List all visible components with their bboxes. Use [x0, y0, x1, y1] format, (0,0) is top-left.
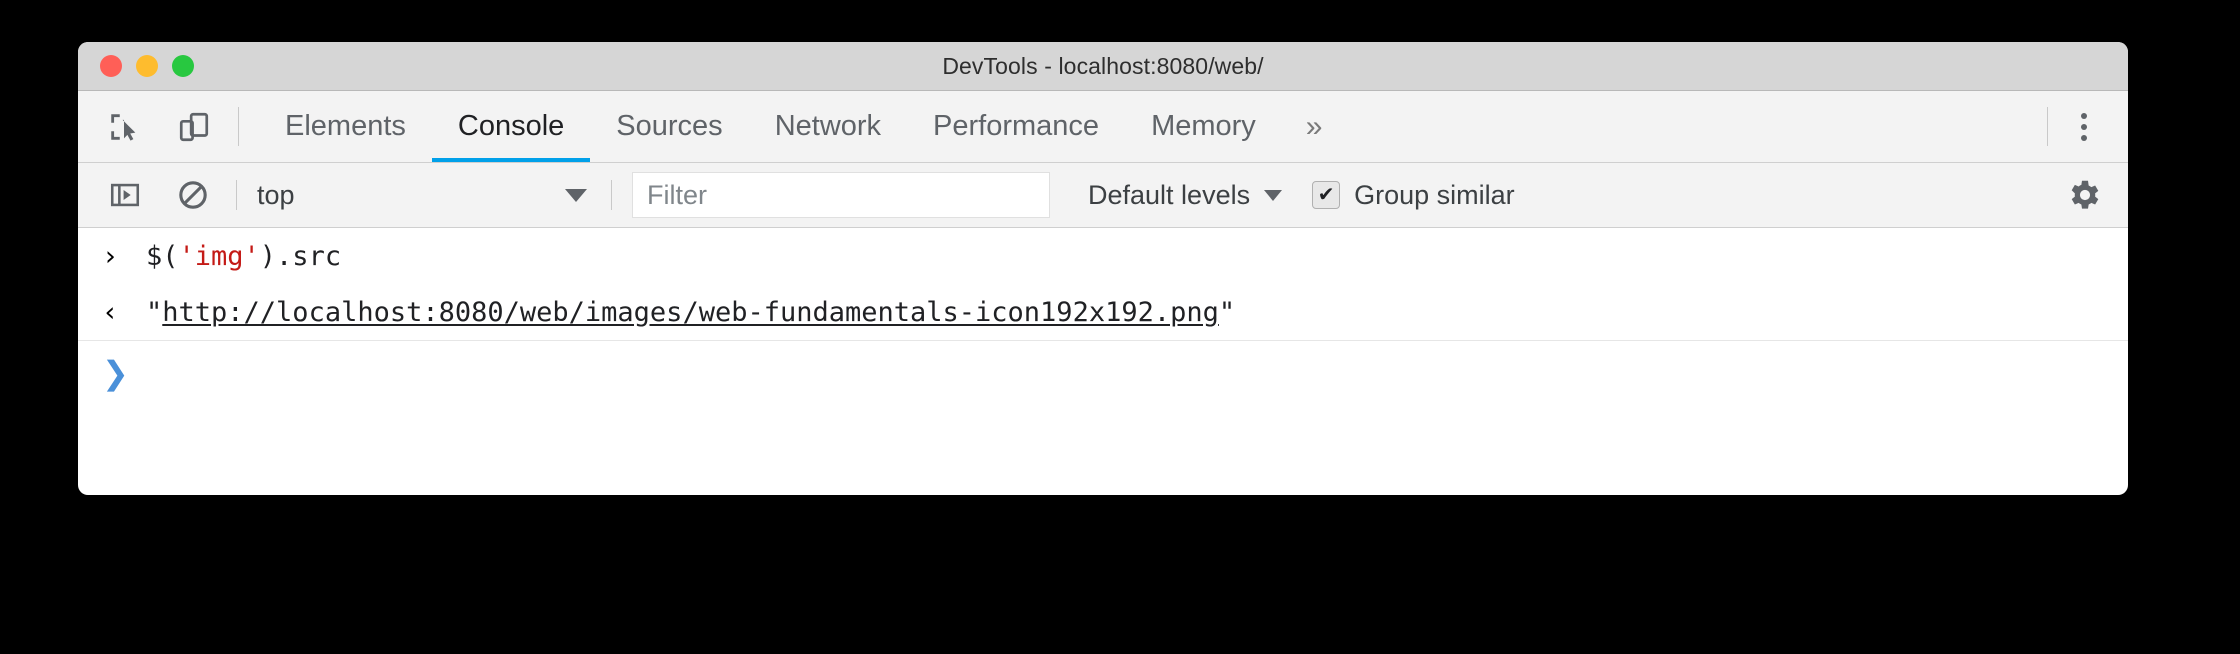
tabbar-right-divider — [2047, 107, 2048, 146]
more-vertical-icon[interactable] — [2062, 105, 2106, 149]
window-title: DevTools - localhost:8080/web/ — [942, 52, 1264, 79]
quote-close: " — [1218, 296, 1236, 328]
console-result-message[interactable]: ‹ "http://localhost:8080/web/images/web-… — [78, 284, 2128, 341]
tab-network[interactable]: Network — [749, 91, 907, 162]
group-similar-toggle[interactable]: ✔ Group similar — [1312, 180, 1515, 211]
execution-context-selector[interactable]: top — [257, 180, 591, 211]
tab-memory[interactable]: Memory — [1125, 91, 1282, 162]
console-sidebar-icon[interactable] — [102, 172, 148, 218]
more-tabs-icon[interactable]: » — [1282, 91, 1347, 162]
console-result-value: "http://localhost:8080/web/images/web-fu… — [146, 297, 1235, 328]
device-toolbar-icon[interactable] — [172, 105, 216, 149]
console-toolbar: top Default levels ✔ Group similar — [78, 163, 2128, 228]
prompt-chevron-icon: ❯ — [102, 354, 129, 392]
tabbar-tool-icons — [78, 91, 216, 162]
console-messages: › $('img').src ‹ "http://localhost:8080/… — [78, 228, 2128, 405]
input-arrow-icon: › — [102, 240, 119, 272]
tabbar-right-controls — [2033, 91, 2128, 162]
inspect-element-icon[interactable] — [102, 105, 146, 149]
panel-tabs: Elements Console Sources Network Perform… — [259, 91, 2033, 162]
log-levels-label: Default levels — [1088, 179, 1251, 210]
tabbar-divider — [238, 107, 239, 146]
clear-console-icon[interactable] — [170, 172, 216, 218]
code-prefix: $( — [146, 240, 179, 272]
quote-open: " — [146, 296, 163, 328]
chevron-down-icon — [565, 188, 587, 202]
window-titlebar: DevTools - localhost:8080/web/ — [78, 42, 2128, 91]
console-prompt[interactable]: ❯ — [78, 341, 2128, 405]
console-toolbar-divider-2 — [611, 180, 612, 210]
gear-icon[interactable] — [2062, 172, 2108, 218]
group-similar-checkbox[interactable]: ✔ — [1312, 181, 1341, 209]
console-input-code: $('img').src — [146, 241, 341, 272]
console-toolbar-divider — [236, 180, 237, 210]
tab-performance[interactable]: Performance — [907, 91, 1125, 162]
devtools-window: DevTools - localhost:8080/web/ Elements … — [78, 42, 2128, 495]
result-url-link[interactable]: http://localhost:8080/web/images/web-fun… — [162, 297, 1219, 328]
chevron-down-icon — [1264, 189, 1283, 201]
devtools-tabbar: Elements Console Sources Network Perform… — [78, 91, 2128, 163]
result-arrow-icon: ‹ — [102, 296, 119, 328]
log-levels-dropdown[interactable]: Default levels — [1088, 179, 1283, 211]
code-string-literal: 'img' — [178, 240, 260, 272]
code-suffix: ).src — [259, 240, 342, 272]
console-input-message[interactable]: › $('img').src — [78, 228, 2128, 284]
group-similar-label: Group similar — [1354, 179, 1515, 210]
tab-console[interactable]: Console — [431, 91, 591, 162]
tab-elements[interactable]: Elements — [259, 91, 432, 162]
execution-context-value: top — [257, 179, 295, 210]
filter-input[interactable] — [632, 172, 1050, 218]
tab-sources[interactable]: Sources — [590, 91, 748, 162]
